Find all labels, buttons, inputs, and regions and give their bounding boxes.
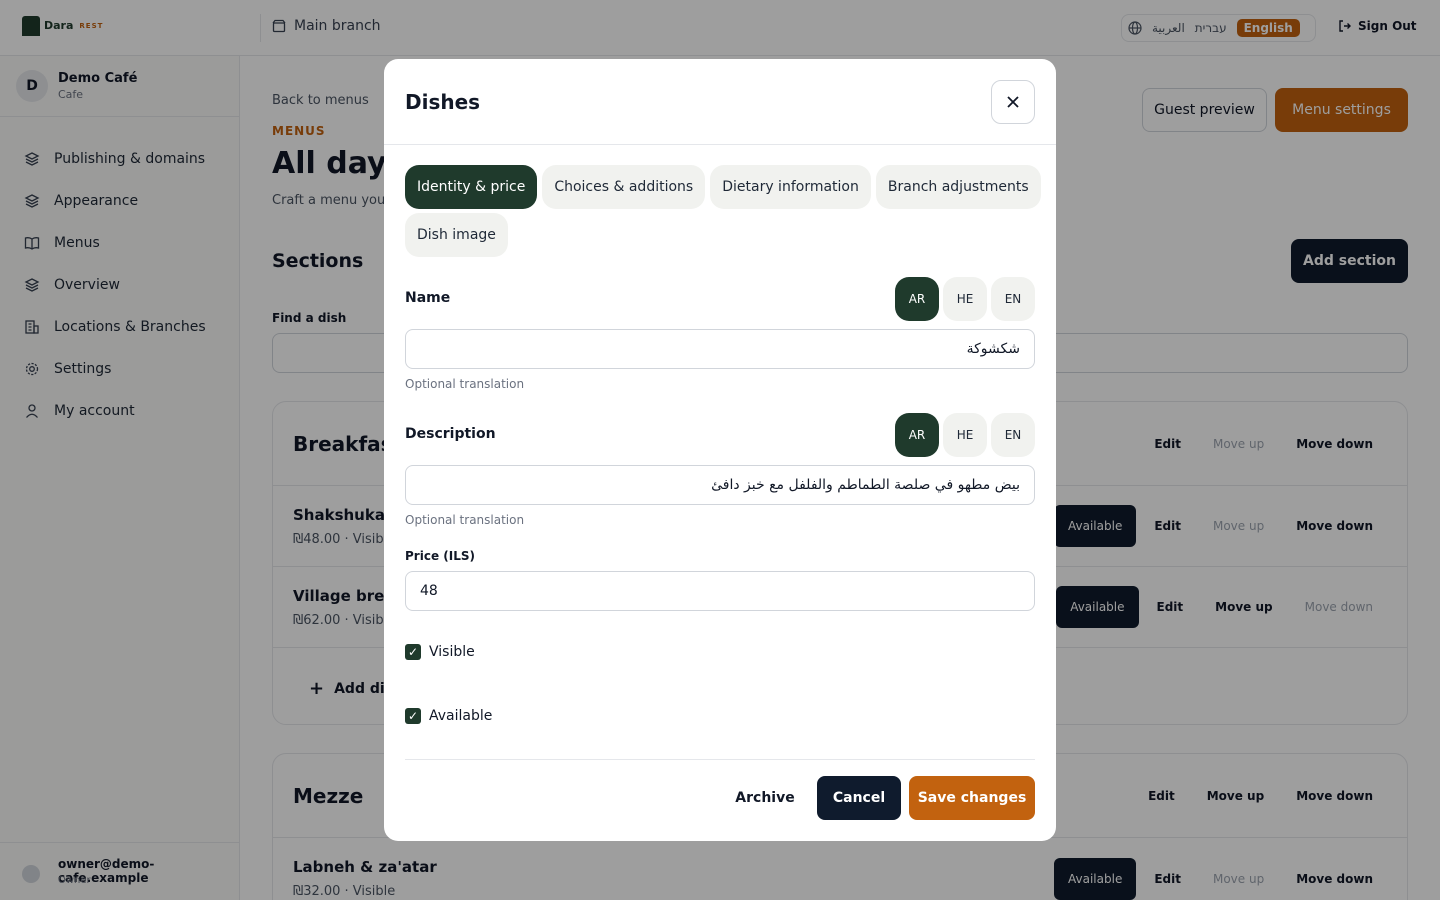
visible-checkbox[interactable]: ✓ bbox=[405, 644, 421, 660]
name-label: Name bbox=[405, 290, 451, 306]
close-button[interactable] bbox=[991, 80, 1035, 124]
tab-branch-adjustments[interactable]: Branch adjustments bbox=[875, 165, 1041, 209]
description-lang-ar[interactable]: AR bbox=[895, 413, 939, 457]
visible-label: Visible bbox=[429, 644, 475, 660]
visible-checkbox-row[interactable]: ✓ Visible bbox=[405, 644, 475, 660]
available-label: Available bbox=[429, 708, 493, 724]
name-lang-en[interactable]: EN bbox=[991, 277, 1035, 321]
tab-choices-additions[interactable]: Choices & additions bbox=[542, 165, 706, 209]
name-hint: Optional translation bbox=[405, 377, 525, 391]
description-label: Description bbox=[405, 426, 496, 442]
save-changes-button[interactable]: Save changes bbox=[909, 776, 1035, 820]
description-lang-en[interactable]: EN bbox=[991, 413, 1035, 457]
close-icon bbox=[1007, 96, 1019, 108]
dialog-header: Dishes bbox=[384, 59, 1056, 145]
name-input[interactable]: شكشوكة bbox=[405, 329, 1035, 369]
cancel-button[interactable]: Cancel bbox=[817, 776, 901, 820]
description-lang-he[interactable]: HE bbox=[943, 413, 987, 457]
name-language-pills: AR HE EN bbox=[895, 277, 1035, 321]
dialog-title: Dishes bbox=[405, 90, 481, 114]
description-language-pills: AR HE EN bbox=[895, 413, 1035, 457]
name-lang-he[interactable]: HE bbox=[943, 277, 987, 321]
price-label: Price (ILS) bbox=[405, 549, 475, 563]
available-checkbox[interactable]: ✓ bbox=[405, 708, 421, 724]
price-input[interactable]: 48 bbox=[405, 571, 1035, 611]
description-input[interactable]: بيض مطهو في صلصة الطماطم والفلفل مع خبز … bbox=[405, 465, 1035, 505]
name-lang-ar[interactable]: AR bbox=[895, 277, 939, 321]
dish-edit-dialog: Dishes Identity & price Choices & additi… bbox=[384, 59, 1056, 841]
description-hint: Optional translation bbox=[405, 513, 525, 527]
tab-dish-image[interactable]: Dish image bbox=[405, 213, 508, 257]
dialog-tabs: Identity & price Choices & additions Die… bbox=[405, 165, 1045, 257]
footer-divider bbox=[405, 759, 1035, 760]
tab-dietary-information[interactable]: Dietary information bbox=[710, 165, 871, 209]
archive-button[interactable]: Archive bbox=[730, 776, 800, 820]
available-checkbox-row[interactable]: ✓ Available bbox=[405, 708, 492, 724]
tab-identity-price[interactable]: Identity & price bbox=[405, 165, 538, 209]
